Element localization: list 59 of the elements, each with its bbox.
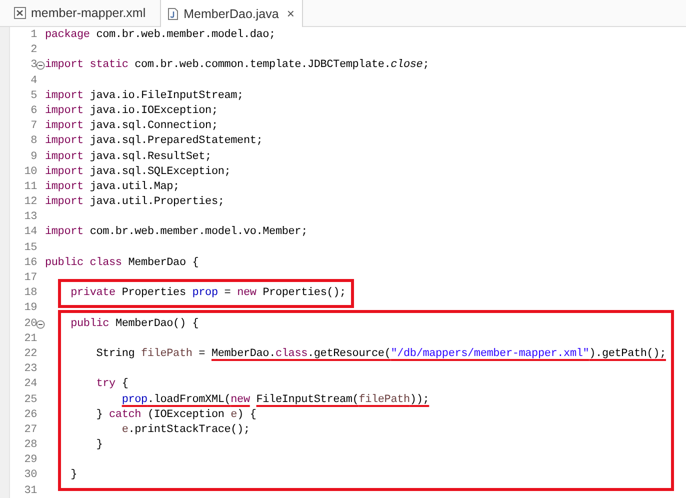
editor-tab[interactable]: MemberDao.java × — [160, 0, 304, 27]
editor-tab[interactable]: member-mapper.xml — [8, 0, 154, 26]
line-number: 31 — [23, 484, 37, 498]
line-number: 17 — [23, 271, 37, 286]
line-number: 13 — [23, 210, 37, 226]
line-number: 14 — [23, 225, 37, 240]
line-number: 23 — [23, 362, 37, 378]
code-line: e.printStackTrace(); — [120, 424, 250, 436]
line-number: 9 — [30, 150, 37, 164]
line-number: 1 — [30, 28, 37, 43]
code-line: import java.sql.ResultSet; — [45, 150, 212, 162]
xml-file-icon — [14, 7, 26, 19]
code-line: import java.util.Map; — [45, 180, 180, 193]
line-number: 5 — [30, 88, 37, 104]
code-line: public MemberDao() { — [70, 318, 199, 330]
line-number: 24 — [23, 377, 37, 392]
collapse-icon[interactable] — [36, 61, 45, 70]
line-number: 7 — [30, 119, 37, 134]
line-number: 21 — [23, 332, 37, 347]
line-number: 6 — [30, 104, 37, 119]
line-number: 8 — [30, 134, 37, 150]
line-number: 2 — [30, 43, 37, 58]
line-number: 19 — [23, 301, 37, 316]
code-line: public class MemberDao { — [45, 256, 199, 269]
code-line: package com.br.web.member.model.dao; — [45, 29, 276, 41]
line-number: 30 — [23, 468, 37, 484]
line-number: 16 — [23, 256, 37, 271]
line-number: 18 — [23, 286, 37, 302]
code-line: import java.sql.SQLException; — [45, 166, 231, 178]
code-line: } catch (IOException e) { — [95, 408, 256, 421]
code-line: } — [95, 439, 103, 452]
collapse-icon[interactable] — [36, 320, 45, 329]
line-number: 3 — [30, 58, 37, 74]
code-line: import com.br.web.member.model.vo.Member; — [45, 226, 308, 238]
line-number: 15 — [23, 240, 37, 256]
code-line: prop.loadFromXML(new FileInputStream(filePath)); — [120, 394, 430, 406]
line-number: 10 — [23, 164, 37, 180]
code-line: import static com.br.web.common.template.JDBCTemplate.close; — [45, 59, 430, 72]
code-line: import java.sql.PreparedStatement; — [45, 135, 263, 148]
line-number: 28 — [23, 438, 37, 454]
code-line: } — [70, 469, 78, 482]
code-line: import java.io.FileInputStream; — [45, 90, 244, 102]
line-number: 26 — [23, 408, 37, 423]
line-number: 22 — [23, 346, 37, 362]
line-number: 29 — [23, 453, 37, 468]
line-number: 20 — [23, 316, 37, 332]
line-number: 12 — [23, 195, 37, 210]
line-number: 27 — [23, 422, 37, 438]
close-tab-button[interactable]: × — [286, 6, 294, 21]
code-line: import java.io.IOException; — [45, 104, 218, 117]
code-line: import java.util.Properties; — [45, 196, 224, 208]
code-line: String filePath = MemberDao.class.getResource("/db/mappers/member-mapper.xml").getPath(); — [95, 348, 666, 360]
code-line: import java.sql.Connection; — [45, 120, 218, 132]
java-file-icon — [166, 8, 179, 20]
code-line: private Properties prop = new Properties(); — [70, 287, 346, 300]
line-number: 25 — [23, 392, 37, 408]
code-line: try { — [95, 378, 128, 390]
line-number: 4 — [30, 74, 37, 89]
line-number: 11 — [23, 180, 37, 195]
